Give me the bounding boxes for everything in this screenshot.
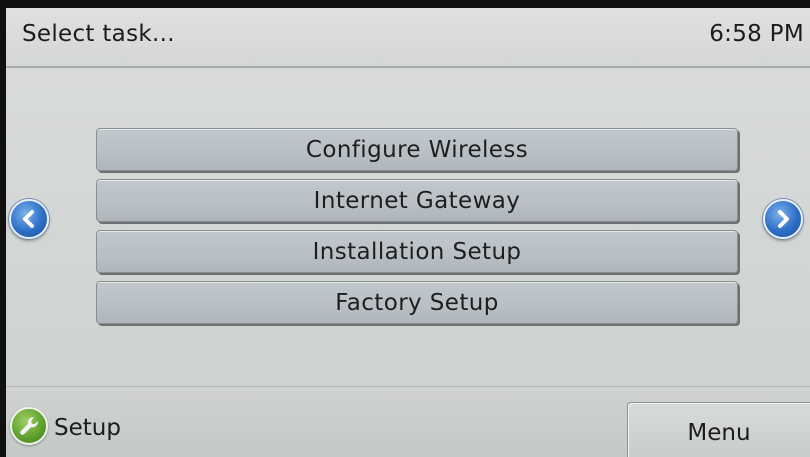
thermostat-screen: Select task... 6:58 PM Configure Wireles…: [6, 8, 810, 457]
factory-setup-button[interactable]: Factory Setup: [96, 281, 738, 324]
next-page-button[interactable]: [763, 199, 803, 239]
setup-button[interactable]: [10, 407, 48, 445]
chevron-left-icon: [23, 210, 34, 228]
chevron-right-icon: [778, 210, 789, 228]
wrench-icon: [20, 417, 38, 435]
task-list: Configure Wireless Internet Gateway Inst…: [96, 128, 738, 332]
installation-setup-button[interactable]: Installation Setup: [96, 230, 738, 273]
bottom-bar: Setup Menu: [6, 386, 810, 457]
setup-label: Setup: [54, 415, 121, 441]
menu-button[interactable]: Menu: [627, 402, 810, 457]
page-title: Select task...: [22, 21, 175, 47]
configure-wireless-button[interactable]: Configure Wireless: [96, 128, 738, 171]
previous-page-button[interactable]: [9, 199, 49, 239]
clock: 6:58 PM: [709, 21, 804, 47]
internet-gateway-button[interactable]: Internet Gateway: [96, 179, 738, 222]
status-bar: Select task... 6:58 PM: [6, 8, 810, 68]
